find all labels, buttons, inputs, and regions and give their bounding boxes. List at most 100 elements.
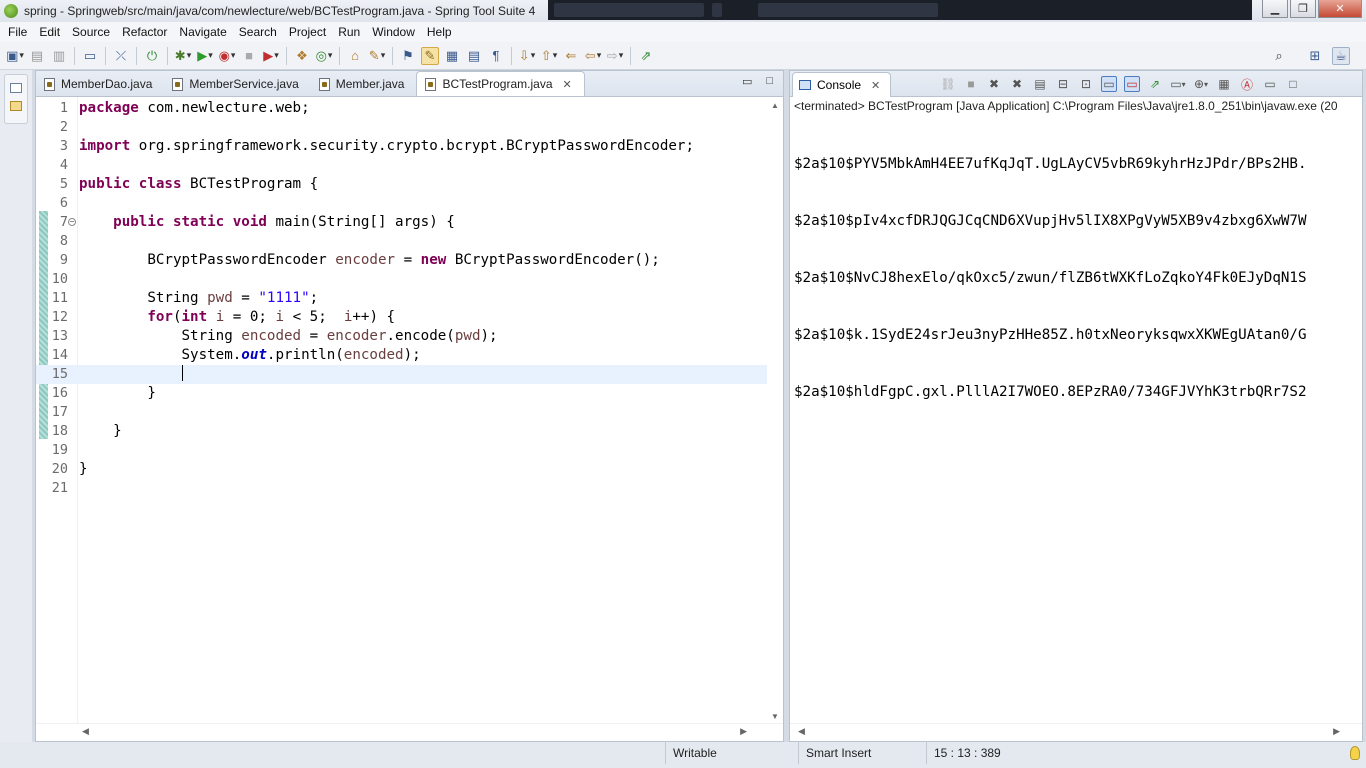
search-toolbar-icon[interactable]: ✎	[368, 47, 386, 65]
java-perspective-icon[interactable]: ☕	[1332, 47, 1350, 65]
word-wrap-icon[interactable]: ▤	[465, 47, 483, 65]
code-line: 12 for(int i = 0; i < 5; i++) {	[51, 309, 396, 325]
scroll-lock-icon[interactable]: ⊟	[1055, 76, 1071, 92]
menu-edit[interactable]: Edit	[33, 25, 66, 39]
show-whitespace-icon[interactable]: ¶	[487, 47, 505, 65]
lightbulb-icon[interactable]	[1350, 746, 1360, 760]
scroll-right-icon[interactable]: ▶	[740, 726, 747, 737]
code-line: 13 String encoded = encoder.encode(pwd);	[51, 328, 498, 344]
scroll-right-icon[interactable]: ▶	[1333, 726, 1340, 737]
save-all-icon[interactable]: ▥	[50, 47, 68, 65]
stop-icon[interactable]: ■	[240, 47, 258, 65]
debug-icon[interactable]: ✱	[174, 47, 192, 65]
pin-console-icon[interactable]: ⇗	[1147, 76, 1163, 92]
minimize-button[interactable]: ▁	[1262, 0, 1288, 18]
spring-boot-dashboard-icon[interactable]: ⏻	[143, 47, 161, 65]
forward-icon[interactable]: ⇨	[606, 47, 624, 65]
link-icon[interactable]: ⛓	[940, 76, 956, 92]
skip-breakpoints-icon[interactable]: ⤫	[112, 47, 130, 65]
restore-view-icon[interactable]	[10, 83, 22, 93]
tab-label: BCTestProgram.java	[442, 77, 553, 91]
title-bar: spring - Springweb/src/main/java/com/new…	[0, 0, 1366, 22]
open-console-dropdown-icon[interactable]: ⊕	[1193, 76, 1209, 92]
properties-icon[interactable]: ▦	[1216, 76, 1232, 92]
menu-search[interactable]: Search	[233, 25, 283, 39]
menu-navigate[interactable]: Navigate	[173, 25, 232, 39]
menu-window[interactable]: Window	[366, 25, 421, 39]
run-icon[interactable]: ▶	[196, 47, 214, 65]
console-output[interactable]: $2a$10$PYV5MbkAmH4EE7ufKqJqT.UgLAyCV5vbR…	[794, 117, 1338, 440]
open-type-icon[interactable]: ⌂	[346, 47, 364, 65]
package-explorer-icon[interactable]	[10, 101, 22, 111]
save-icon[interactable]: ▤	[28, 47, 46, 65]
code-line: 6	[59, 195, 68, 211]
next-annotation-icon[interactable]: ⇩	[518, 47, 536, 65]
back-icon[interactable]: ⇦	[584, 47, 602, 65]
terminate-icon[interactable]: ■	[963, 76, 979, 92]
window-title: spring - Springweb/src/main/java/com/new…	[24, 4, 536, 18]
console-line: $2a$10$k.1SydE24srJeu3nyPzHHe85Z.h0txNeo…	[794, 327, 1307, 343]
show-on-stdout-icon[interactable]: ▭	[1101, 76, 1117, 92]
minimize-console-icon[interactable]: ▭	[1262, 76, 1278, 92]
java-file-icon	[44, 77, 55, 91]
remove-all-terminated-icon[interactable]: ✖	[1009, 76, 1025, 92]
maximize-editor-icon[interactable]: □	[766, 75, 773, 88]
menu-file[interactable]: File	[2, 25, 33, 39]
clear-console-icon[interactable]: ▤	[1032, 76, 1048, 92]
console-icon	[799, 80, 811, 90]
fold-toggle-icon[interactable]: −	[68, 218, 76, 226]
tab-member[interactable]: Member.java	[311, 72, 417, 96]
new-java-project-icon[interactable]: ❖	[293, 47, 311, 65]
last-edit-location-icon[interactable]: ⇐	[562, 47, 580, 65]
tab-memberdao[interactable]: MemberDao.java	[36, 72, 164, 96]
word-wrap-console-icon[interactable]: ⊡	[1078, 76, 1094, 92]
open-perspective-icon[interactable]: ⊞	[1306, 47, 1324, 65]
minimize-editor-icon[interactable]: ▭	[742, 75, 752, 88]
tab-bctestprogram[interactable]: BCTestProgram.java ✕	[416, 71, 585, 96]
code-lines: 1 package com.newlecture.web; 2 3 import o…	[36, 99, 783, 498]
scroll-left-icon[interactable]: ◀	[798, 726, 805, 737]
scroll-down-icon[interactable]: ▼	[771, 712, 779, 721]
editor-vertical-scrollbar[interactable]: ▲ ▼	[767, 97, 783, 725]
restore-button[interactable]: ❐	[1290, 0, 1316, 18]
text-caret	[181, 365, 183, 381]
display-selected-console-icon[interactable]: ▭	[1170, 76, 1186, 92]
toggle-ant-icon[interactable]: ⚑	[399, 47, 417, 65]
open-console-icon[interactable]: ▭	[81, 47, 99, 65]
code-editor[interactable]: 1 package com.newlecture.web; 2 3 import o…	[36, 97, 783, 725]
new-icon[interactable]: ▣	[6, 47, 24, 65]
minimized-views-stack[interactable]	[4, 74, 28, 124]
console-toolbar: ⛓ ■ ✖ ✖ ▤ ⊟ ⊡ ▭ ▭ ⇗ ▭ ⊕ ▦ Ⓐ ▭ □	[940, 76, 1301, 92]
console-line: $2a$10$pIv4xcfDRJQGJCqCND6XVupjHv5lIX8XP…	[794, 213, 1307, 229]
show-on-stderr-icon[interactable]: ▭	[1124, 76, 1140, 92]
toggle-block-selection-icon[interactable]: ▦	[443, 47, 461, 65]
console-line: $2a$10$NvCJ8hexElo/qkOxc5/zwun/flZB6tWXK…	[794, 270, 1307, 286]
menu-refactor[interactable]: Refactor	[116, 25, 173, 39]
close-console-icon[interactable]: ✕	[871, 79, 880, 92]
previous-annotation-icon[interactable]: ⇧	[540, 47, 558, 65]
ansi-icon[interactable]: Ⓐ	[1239, 76, 1255, 92]
mark-occurrences-icon[interactable]: ✎	[421, 46, 439, 65]
console-horizontal-scrollbar[interactable]: ◀ ▶	[790, 723, 1362, 741]
editor-horizontal-scrollbar[interactable]: ◀ ▶	[36, 723, 783, 741]
search-icon[interactable]: ⌕	[1270, 47, 1288, 65]
pin-editor-icon[interactable]: ⇗	[637, 47, 655, 65]
menu-help[interactable]: Help	[421, 25, 458, 39]
maximize-console-icon[interactable]: □	[1285, 76, 1301, 92]
java-file-icon	[425, 77, 437, 91]
tab-memberservice[interactable]: MemberService.java	[164, 72, 310, 96]
close-button[interactable]: ✕	[1318, 0, 1362, 18]
console-panel: Console ✕ ⛓ ■ ✖ ✖ ▤ ⊟ ⊡ ▭ ▭ ⇗ ▭ ⊕ ▦ Ⓐ ▭ …	[789, 70, 1363, 742]
menu-run[interactable]: Run	[332, 25, 366, 39]
new-class-icon[interactable]: ◎	[315, 47, 333, 65]
coverage-icon[interactable]: ◉	[218, 47, 236, 65]
remove-launch-icon[interactable]: ✖	[986, 76, 1002, 92]
scroll-up-icon[interactable]: ▲	[771, 101, 779, 110]
background-window-strip	[548, 0, 1252, 20]
scroll-left-icon[interactable]: ◀	[82, 726, 89, 737]
tab-console[interactable]: Console ✕	[792, 72, 892, 97]
external-tools-icon[interactable]: ▶	[262, 47, 280, 65]
menu-project[interactable]: Project	[283, 25, 332, 39]
close-tab-icon[interactable]: ✕	[563, 78, 572, 91]
menu-source[interactable]: Source	[66, 25, 116, 39]
